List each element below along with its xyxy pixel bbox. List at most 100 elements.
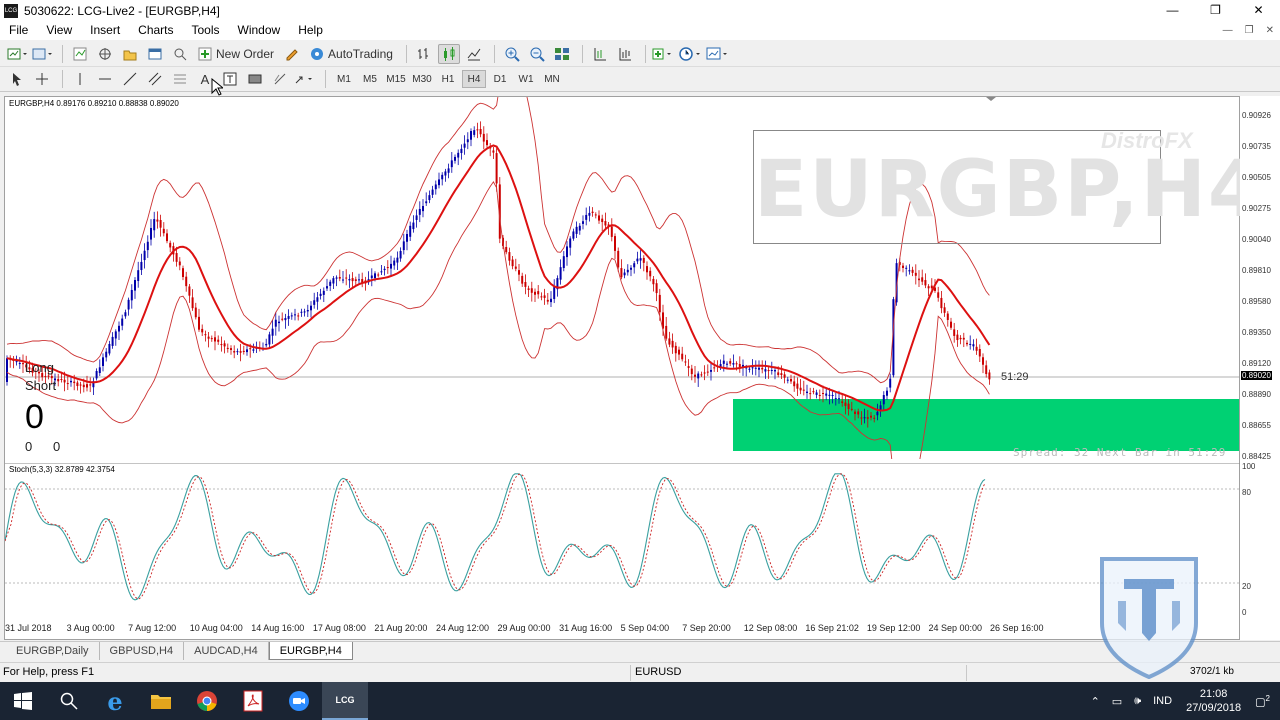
timeframe-m15[interactable]: M15 [384,70,408,88]
vertical-line-icon[interactable] [69,69,91,89]
candle-body [598,215,600,221]
timeframe-m5[interactable]: M5 [358,70,382,88]
metaeditor-icon[interactable] [281,44,303,64]
navigator-icon[interactable] [119,44,141,64]
zoom-in-icon[interactable] [501,44,523,64]
trendline-icon[interactable] [119,69,141,89]
auto-scroll-icon[interactable] [614,44,636,64]
windows-start-icon[interactable] [0,682,46,720]
mdi-restore-icon[interactable]: ❐ [1245,21,1254,40]
minimize-button[interactable]: — [1151,0,1194,21]
line-chart-icon[interactable] [463,44,485,64]
chart-window[interactable]: 31 Jul 2018 3 Aug 00:00 7 Aug 12:00 10 Aug … [4,96,1262,640]
action-center-icon[interactable]: ▢2 [1255,694,1270,709]
new-order-button[interactable]: New Order [194,44,278,64]
tile-windows-icon[interactable] [551,44,573,64]
timeframe-h4[interactable]: H4 [462,70,486,88]
chrome-icon[interactable] [184,682,230,720]
candle-body [274,319,277,327]
draw-tool-icon[interactable] [269,69,291,89]
candle-body [751,367,754,369]
autotrading-button[interactable]: AutoTrading [306,44,397,64]
crosshair-icon[interactable] [31,69,53,89]
strategy-tester-icon[interactable] [169,44,191,64]
candle-body [857,411,860,415]
timeframe-mn[interactable]: MN [540,70,564,88]
candle-body [508,252,511,261]
acrobat-icon[interactable] [230,682,276,720]
cursor-tool-icon[interactable] [6,69,28,89]
zoom-app-icon[interactable] [276,682,322,720]
timeframe-d1[interactable]: D1 [488,70,512,88]
mdi-minimize-icon[interactable]: — [1223,21,1233,40]
indicators-icon[interactable] [652,44,676,64]
menu-insert[interactable]: Insert [81,21,129,40]
menu-help[interactable]: Help [289,21,332,40]
candle-body [124,312,127,317]
battery-icon[interactable]: ▭ [1112,695,1122,708]
horizontal-line-icon[interactable] [94,69,116,89]
candle-body [140,261,143,271]
tray-expand-icon[interactable]: ⌃ [1091,695,1100,708]
candle-body [527,288,530,290]
candle-body [726,363,728,365]
candle-body [604,221,607,226]
candle-body [834,398,837,400]
mdi-close-icon[interactable]: ✕ [1266,21,1274,40]
chart-shift-icon[interactable] [589,44,611,64]
periods-icon[interactable] [679,44,703,64]
equidistant-channel-icon[interactable] [144,69,166,89]
bar-chart-icon[interactable] [413,44,435,64]
menu-tools[interactable]: Tools [183,21,229,40]
restore-button[interactable]: ❐ [1194,0,1237,21]
tab-eurgbp-h4[interactable]: EURGBP,H4 [268,642,353,660]
status-divider [966,665,967,681]
input-language[interactable]: IND [1153,695,1172,707]
close-button[interactable]: ✕ [1237,0,1280,21]
profiles-icon[interactable] [31,44,53,64]
new-chart-icon[interactable] [6,44,28,64]
system-clock[interactable]: 21:08 27/09/2018 [1186,687,1241,715]
candle-body [620,268,623,278]
menu-file[interactable]: File [0,21,37,40]
chart-shift-marker [986,97,996,101]
volume-icon[interactable]: 🕪 [1134,695,1141,708]
menu-view[interactable]: View [37,21,81,40]
status-symbol: EURUSD [635,666,682,678]
tab-audcad-h4[interactable]: AUDCAD,H4 [184,642,269,660]
lcg-terminal-icon[interactable]: LCG [322,682,368,720]
tab-eurgbp-daily[interactable]: EURGBP,Daily [6,642,100,660]
data-window-icon[interactable] [94,44,116,64]
candle-body [194,307,197,318]
stochastic-chart[interactable] [5,463,1241,619]
rectangle-icon[interactable] [244,69,266,89]
candlestick-icon[interactable] [437,43,460,64]
timeframe-m30[interactable]: M30 [410,70,434,88]
tab-gbpusd-h4[interactable]: GBPUSD,H4 [100,642,185,660]
timeframe-w1[interactable]: W1 [514,70,538,88]
candle-body [306,310,309,312]
search-icon[interactable] [46,682,92,720]
candle-body [159,220,162,228]
menu-charts[interactable]: Charts [129,21,182,40]
menu-window[interactable]: Window [229,21,290,40]
chart-header: EURGBP,H4 0.89176 0.89210 0.88838 0.8902… [9,99,179,108]
market-watch-icon[interactable] [69,44,91,64]
arrows-dropdown-icon[interactable] [294,69,316,89]
current-price-label: 0.89020 [1241,371,1272,380]
edge-icon[interactable]: e [92,682,138,720]
candle-body [345,277,348,279]
templates-icon[interactable] [706,44,730,64]
candle-body [412,222,415,230]
file-explorer-icon[interactable] [138,682,184,720]
candle-body [322,290,325,295]
terminal-icon[interactable] [144,44,166,64]
timeframe-h1[interactable]: H1 [436,70,460,88]
candle-body [319,293,322,296]
candle-body [166,233,168,242]
timeframe-m1[interactable]: M1 [332,70,356,88]
zoom-out-icon[interactable] [526,44,548,64]
fibonacci-icon[interactable] [169,69,191,89]
candle-body [652,278,655,285]
price-axis-label: 0.88890 [1242,390,1271,399]
